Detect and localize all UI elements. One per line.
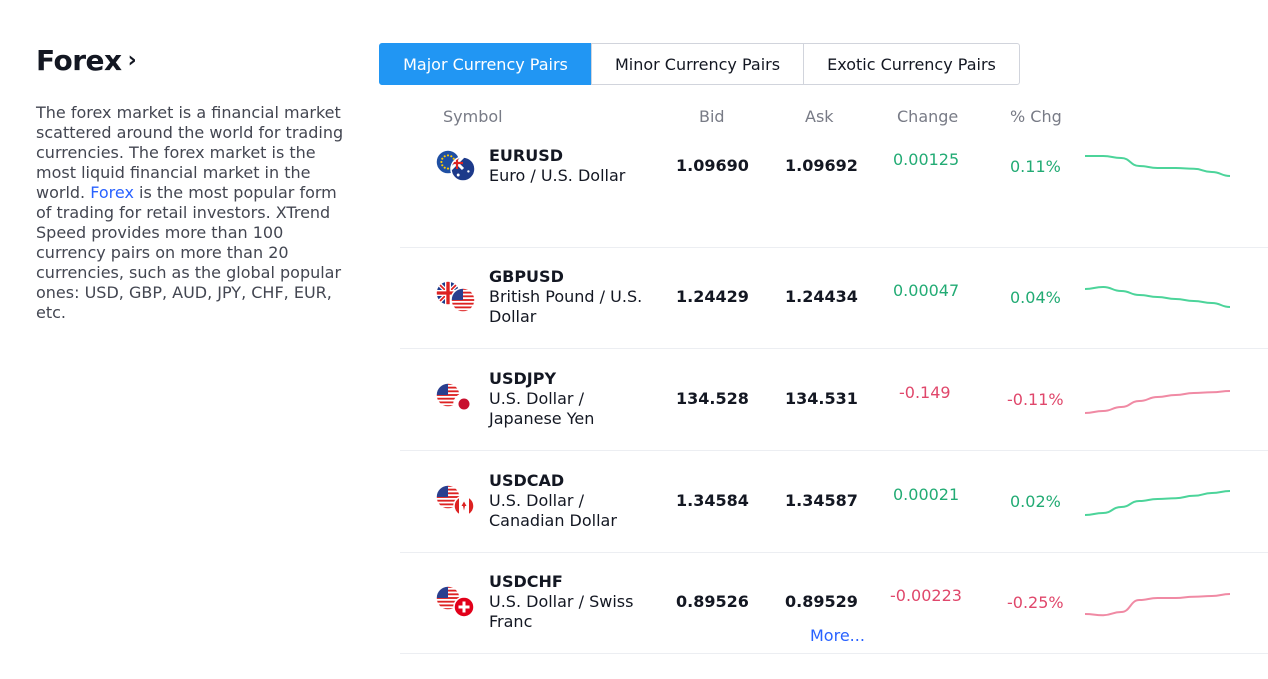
sparkline-path xyxy=(1085,285,1230,308)
pct-change-value: 0.04% xyxy=(1010,288,1061,307)
tab-exotic-currency-pairs[interactable]: Exotic Currency Pairs xyxy=(803,43,1020,85)
sparkline-chart xyxy=(1085,155,1230,177)
symbol-cell: USDJPY U.S. Dollar / Japanese Yen xyxy=(489,369,654,429)
currency-flags xyxy=(435,483,475,517)
header-ask: Ask xyxy=(805,107,834,126)
symbol-code: EURUSD xyxy=(489,146,564,165)
bid-value: 1.24429 xyxy=(676,287,749,306)
bid-value: 134.528 xyxy=(676,388,749,408)
symbol-code: USDJPY xyxy=(489,368,557,388)
header-change: Change xyxy=(897,107,959,126)
symbol-name: U.S. Dollar / Japanese Yen xyxy=(489,388,595,428)
tab-bar: Major Currency Pairs Minor Currency Pair… xyxy=(379,43,1020,85)
page-title-text: Forex xyxy=(36,44,122,77)
change-value: 0.00125 xyxy=(893,150,960,169)
ask-value: 0.89529 xyxy=(785,592,858,611)
pct-change-value: 0.11% xyxy=(1010,157,1061,176)
currency-flags xyxy=(435,280,475,313)
pct-change-value: 0.02% xyxy=(1010,491,1061,511)
description-text-rest: is the most popular form of trading for … xyxy=(36,183,342,322)
table-row[interactable]: GBPUSD British Pound / U.S. Dollar 1.244… xyxy=(400,248,1268,349)
bid-value: 0.89526 xyxy=(676,592,749,611)
table-row[interactable]: EURUSD Euro / U.S. Dollar 1.09690 1.0969… xyxy=(400,140,1268,248)
table-row[interactable]: USDCAD U.S. Dollar / Canadian Dollar 1.3… xyxy=(400,451,1268,553)
currency-table: Symbol Bid Ask Change % Chg EURUSD Euro … xyxy=(400,100,1268,654)
ask-value: 1.24434 xyxy=(785,287,858,306)
bid-value: 1.09690 xyxy=(676,156,749,175)
pct-change-value: -0.11% xyxy=(1007,389,1064,409)
change-value: 0.00047 xyxy=(893,281,960,300)
currency-flags xyxy=(435,381,475,415)
header-pct-chg: % Chg xyxy=(1010,107,1062,126)
page-description: The forex market is a financial market s… xyxy=(36,103,356,323)
change-value: -0.149 xyxy=(899,382,951,402)
ca-flag-icon xyxy=(453,494,475,517)
ask-value: 134.531 xyxy=(785,388,858,408)
sparkline-chart xyxy=(1085,489,1230,516)
sparkline-path xyxy=(1085,155,1230,177)
sparkline-path xyxy=(1085,389,1230,414)
sparkline-path xyxy=(1085,489,1230,516)
au-flag-icon xyxy=(450,156,475,182)
pct-change-value: -0.25% xyxy=(1007,593,1064,612)
symbol-cell: EURUSD Euro / U.S. Dollar xyxy=(489,146,654,186)
symbol-cell: USDCHF U.S. Dollar / Swiss Franc xyxy=(489,572,654,632)
currency-flags xyxy=(435,585,475,618)
table-row[interactable]: USDJPY U.S. Dollar / Japanese Yen 134.52… xyxy=(400,349,1268,451)
sparkline-chart xyxy=(1085,285,1230,308)
ask-value: 1.34587 xyxy=(785,490,858,510)
change-value: 0.00021 xyxy=(893,484,960,504)
symbol-code: USDCAD xyxy=(489,470,565,490)
header-symbol: Symbol xyxy=(443,107,503,126)
header-bid: Bid xyxy=(699,107,725,126)
symbol-cell: USDCAD U.S. Dollar / Canadian Dollar xyxy=(489,471,654,531)
symbol-name: British Pound / U.S. Dollar xyxy=(489,287,643,326)
symbol-name: Euro / U.S. Dollar xyxy=(489,166,626,185)
page-title[interactable]: Forex › xyxy=(36,44,137,77)
symbol-name: U.S. Dollar / Swiss Franc xyxy=(489,592,634,631)
symbol-name: U.S. Dollar / Canadian Dollar xyxy=(489,490,617,530)
more-link[interactable]: More... xyxy=(810,626,865,645)
symbol-code: GBPUSD xyxy=(489,267,564,286)
table-header: Symbol Bid Ask Change % Chg xyxy=(400,100,1268,140)
ch-flag-icon xyxy=(453,596,475,618)
bid-value: 1.34584 xyxy=(676,490,749,510)
symbol-cell: GBPUSD British Pound / U.S. Dollar xyxy=(489,267,654,327)
sparkline-chart xyxy=(1085,389,1230,414)
forex-link[interactable]: Forex xyxy=(90,183,134,202)
jp-flag-icon xyxy=(453,392,475,415)
table-body: EURUSD Euro / U.S. Dollar 1.09690 1.0969… xyxy=(400,140,1268,654)
tab-minor-currency-pairs[interactable]: Minor Currency Pairs xyxy=(591,43,804,85)
ask-value: 1.09692 xyxy=(785,156,858,175)
tab-major-currency-pairs[interactable]: Major Currency Pairs xyxy=(379,43,592,85)
change-value: -0.00223 xyxy=(890,586,962,605)
us-flag-icon xyxy=(450,287,475,313)
sparkline-chart xyxy=(1085,593,1230,617)
currency-flags xyxy=(435,149,475,182)
chevron-right-icon: › xyxy=(127,48,137,73)
symbol-code: USDCHF xyxy=(489,572,563,591)
sparkline-path xyxy=(1085,593,1230,617)
